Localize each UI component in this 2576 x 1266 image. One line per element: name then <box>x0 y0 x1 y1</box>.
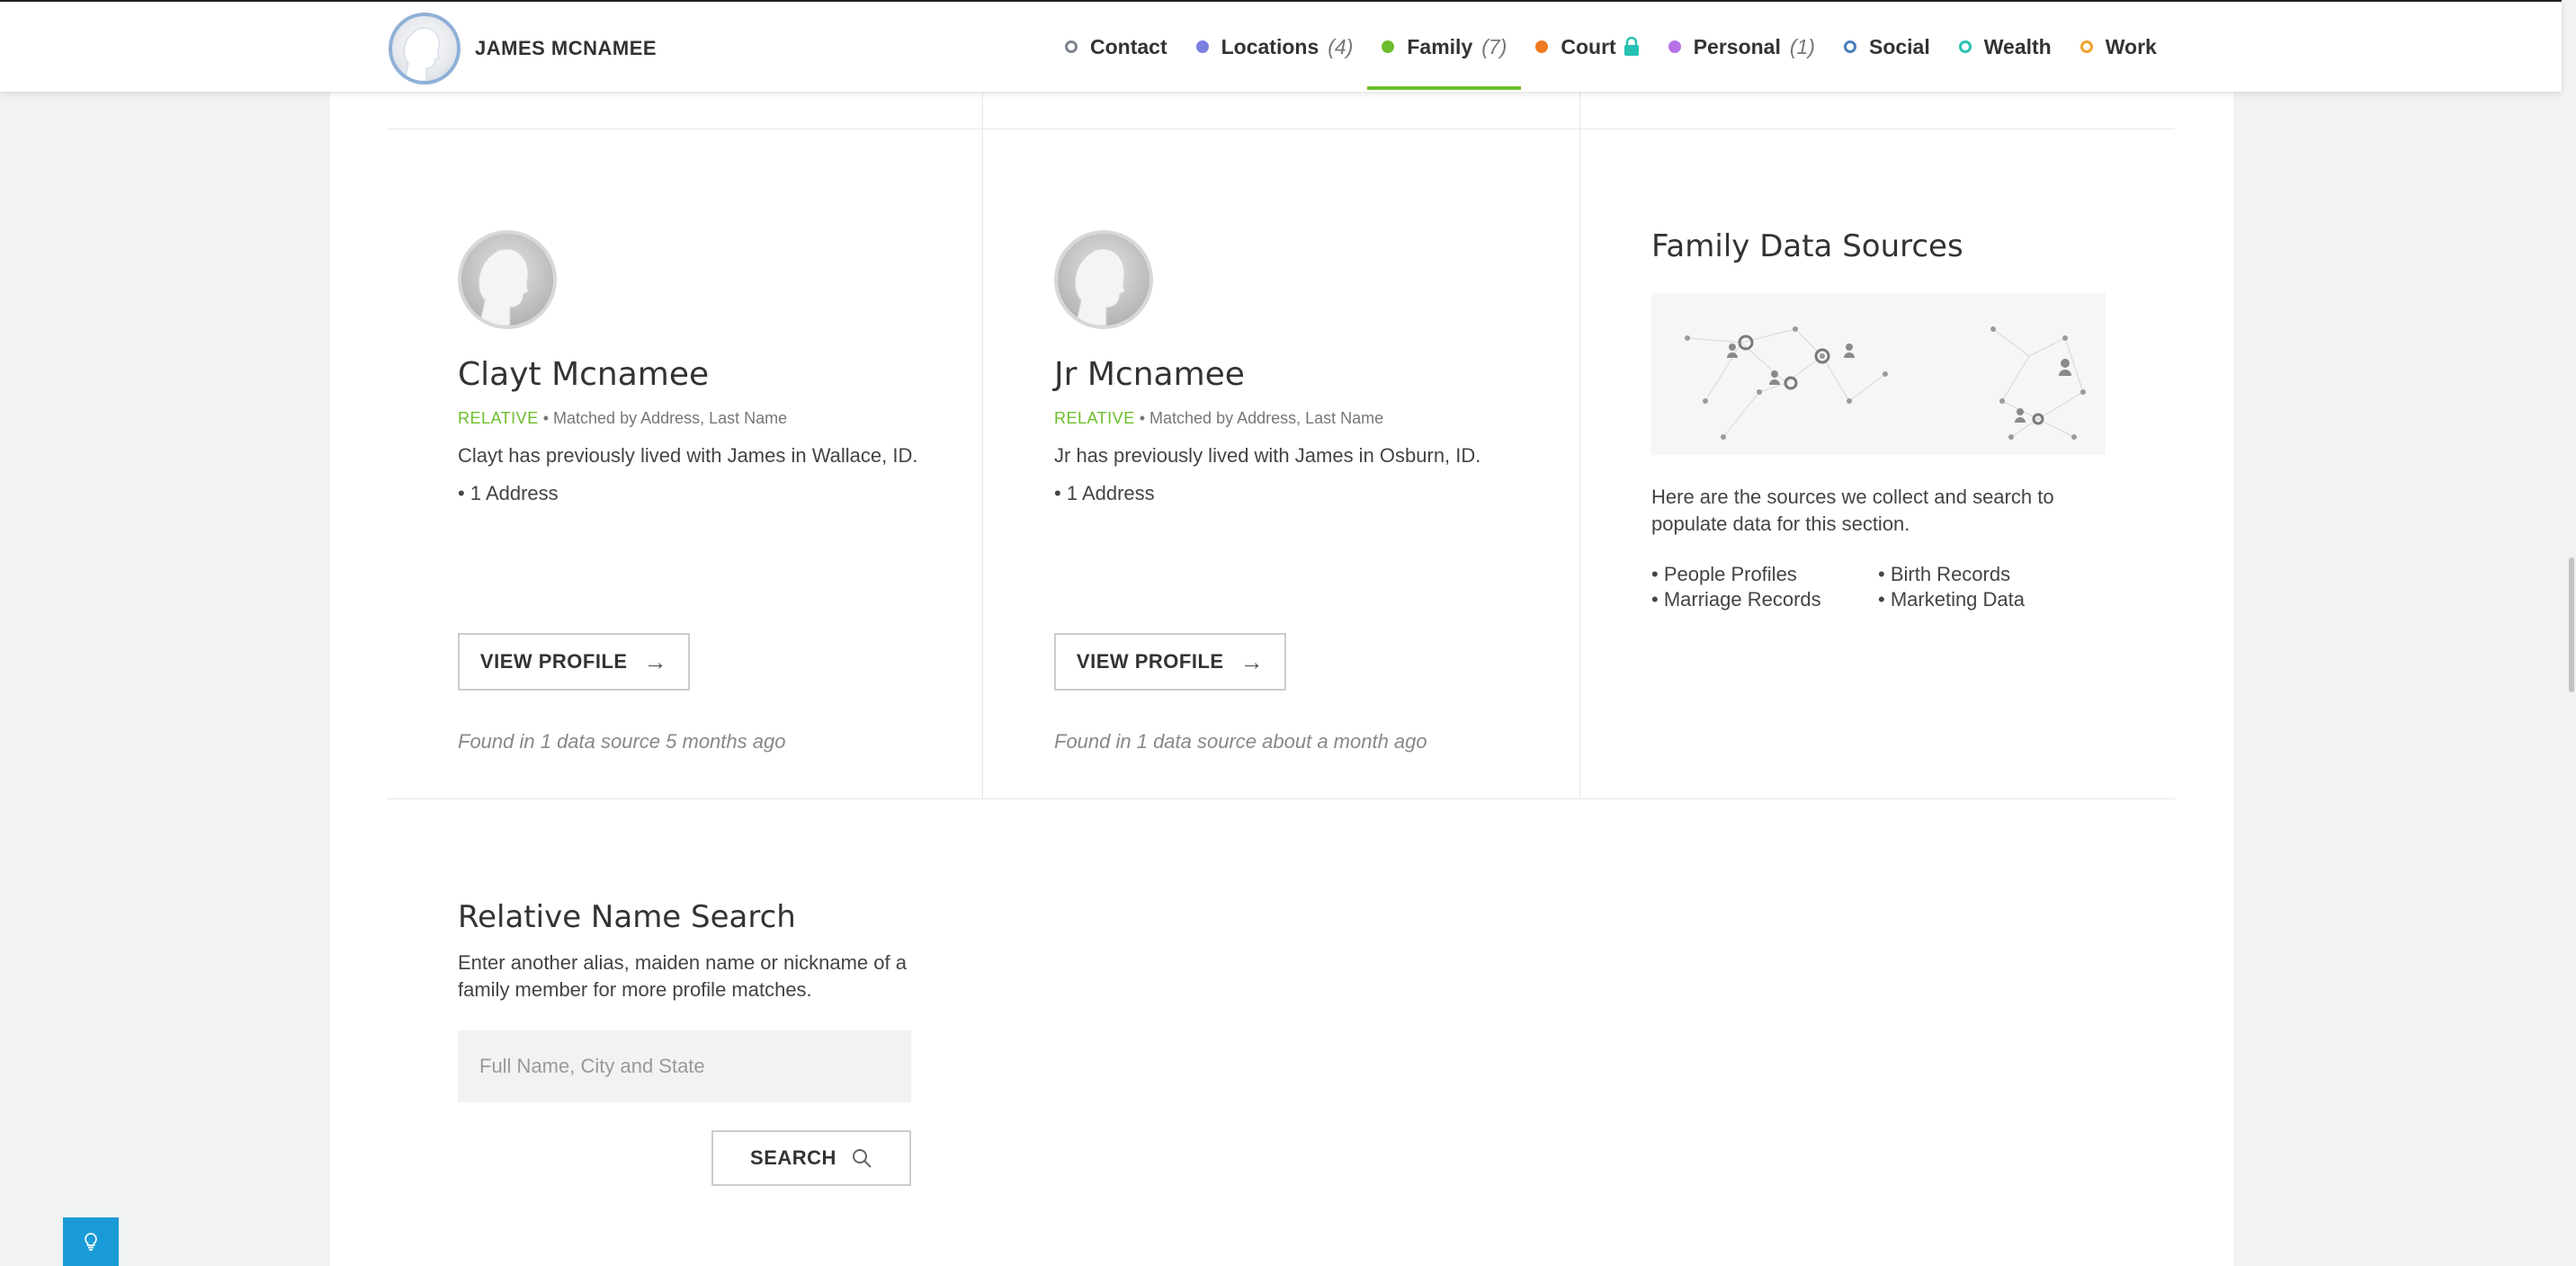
found-source-note: Found in 1 data source about a month ago <box>1054 730 1427 753</box>
view-profile-button[interactable]: VIEW PROFILE → <box>458 633 690 691</box>
separator: • <box>1139 409 1150 427</box>
locations-dot-icon <box>1195 40 1209 53</box>
tab-family[interactable]: Family (7) <box>1367 2 1522 92</box>
tab-label: Contact <box>1090 34 1167 58</box>
relative-search-panel: Relative Name Search Enter another alias… <box>458 899 944 1003</box>
list-item: • Marriage Records <box>1651 588 1821 611</box>
relative-search-input[interactable] <box>458 1030 911 1102</box>
work-dot-icon <box>2080 40 2093 53</box>
search-icon <box>852 1149 872 1168</box>
relative-tag: RELATIVE <box>1054 409 1135 427</box>
tab-label: Wealth <box>1983 34 2052 58</box>
help-button[interactable] <box>63 1217 119 1266</box>
relative-name[interactable]: Clayt Mcnamee <box>458 356 926 393</box>
profile-brand[interactable]: JAMES MCNAMEE <box>389 13 657 85</box>
tab-count: (4) <box>1328 34 1354 58</box>
top-nav-bar: JAMES MCNAMEE Contact Locations (4) Fami… <box>0 0 2562 92</box>
profile-avatar <box>389 13 461 85</box>
relative-tag: RELATIVE <box>458 409 539 427</box>
divider <box>387 798 2175 799</box>
family-dot-icon <box>1382 40 1395 53</box>
found-source-note: Found in 1 data source 5 months ago <box>458 730 786 753</box>
relative-description: Jr has previously lived with James in Os… <box>1054 444 1481 467</box>
address-count: • 1 Address <box>458 482 559 504</box>
arrow-right-icon: → <box>1239 647 1265 675</box>
tab-court[interactable]: Court <box>1521 2 1653 92</box>
lightbulb-icon <box>85 1233 97 1251</box>
tab-social[interactable]: Social <box>1829 2 1945 92</box>
lock-icon <box>1623 37 1639 56</box>
view-profile-button[interactable]: VIEW PROFILE → <box>1054 633 1286 691</box>
list-item: • Marketing Data <box>1878 588 2026 611</box>
scrollbar-thumb[interactable] <box>2569 557 2574 692</box>
match-reason: Matched by Address, Last Name <box>553 409 788 427</box>
list-item: • People Profiles <box>1651 563 1797 585</box>
search-button[interactable]: SEARCH <box>711 1130 911 1186</box>
search-description: Enter another alias, maiden name or nick… <box>458 951 907 1001</box>
tab-label: Court <box>1561 34 1616 58</box>
relative-description: Clayt has previously lived with James in… <box>458 444 918 467</box>
tab-personal[interactable]: Personal (1) <box>1654 2 1829 92</box>
tab-locations[interactable]: Locations (4) <box>1182 2 1368 92</box>
data-sources-panel: Family Data Sources Here are the sources… <box>1651 228 2155 611</box>
data-sources-title: Family Data Sources <box>1651 228 1963 264</box>
network-illustration <box>1651 293 2106 455</box>
contact-dot-icon <box>1065 40 1078 53</box>
match-reason: Matched by Address, Last Name <box>1149 409 1384 427</box>
relative-meta: RELATIVE • Matched by Address, Last Name <box>1054 409 1540 428</box>
relative-meta: RELATIVE • Matched by Address, Last Name <box>458 409 926 428</box>
list-item: • Birth Records <box>1878 563 2011 585</box>
wealth-dot-icon <box>1958 40 1972 53</box>
relative-avatar <box>1054 230 1153 329</box>
social-dot-icon <box>1843 40 1856 53</box>
tab-wealth[interactable]: Wealth <box>1945 2 2066 92</box>
tab-label: Family <box>1407 34 1473 58</box>
personal-dot-icon <box>1668 40 1681 53</box>
divider <box>982 90 983 798</box>
tab-work[interactable]: Work <box>2066 2 2171 92</box>
relative-card: Clayt Mcnamee RELATIVE • Matched by Addr… <box>458 230 926 505</box>
tab-label: Locations <box>1221 34 1319 58</box>
relative-avatar <box>458 230 557 329</box>
family-section-card: Clayt Mcnamee RELATIVE • Matched by Addr… <box>330 0 2233 1266</box>
section-tabs: Contact Locations (4) Family (7) Court P… <box>1051 2 2171 92</box>
tab-contact[interactable]: Contact <box>1051 2 1182 92</box>
tab-label: Work <box>2105 34 2157 58</box>
relative-card: Jr Mcnamee RELATIVE • Matched by Address… <box>1054 230 1540 505</box>
address-count: • 1 Address <box>1054 482 1155 504</box>
court-dot-icon <box>1535 40 1549 53</box>
arrow-right-icon: → <box>643 647 668 675</box>
data-sources-description: Here are the sources we collect and sear… <box>1651 486 2054 535</box>
tab-label: Personal <box>1693 34 1781 58</box>
separator: • <box>542 409 554 427</box>
tab-count: (1) <box>1789 34 1815 58</box>
tab-label: Social <box>1868 34 1930 58</box>
search-title: Relative Name Search <box>458 899 796 935</box>
profile-name: JAMES MCNAMEE <box>475 37 657 59</box>
divider <box>1579 90 1580 798</box>
data-sources-list: • People Profiles • Birth Records • Marr… <box>1651 563 2155 611</box>
relative-name[interactable]: Jr Mcnamee <box>1054 356 1540 393</box>
tab-count: (7) <box>1481 34 1507 58</box>
